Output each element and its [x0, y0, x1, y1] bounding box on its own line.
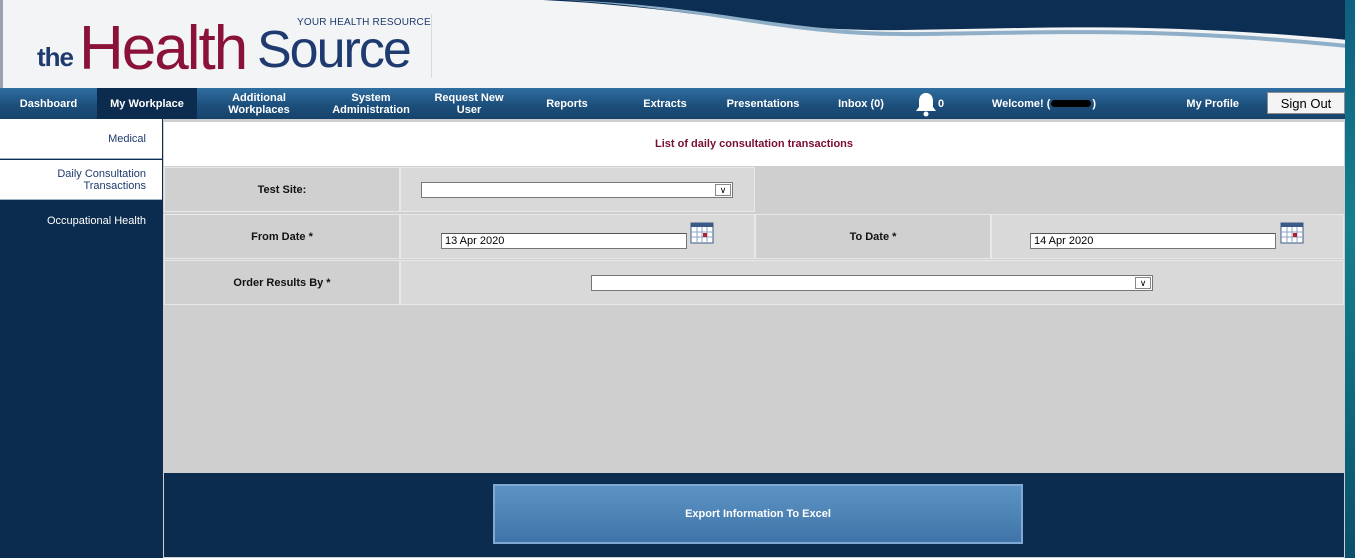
logo-divider [431, 14, 432, 78]
test-site-cell: ∨ [400, 167, 755, 212]
export-to-excel-button[interactable]: Export Information To Excel [493, 484, 1023, 544]
notifications[interactable]: 0 [909, 88, 949, 119]
logo-source: Source [257, 21, 412, 79]
nav-presentations[interactable]: Presentations [713, 88, 813, 119]
logo[interactable]: YOUR HEALTH RESOURCE the Health Source [11, 8, 431, 82]
redacted-username [1051, 100, 1092, 107]
nav-my-profile[interactable]: My Profile [1139, 88, 1249, 119]
calendar-icon[interactable] [690, 222, 714, 244]
nav-request-new-user[interactable]: Request New User [421, 88, 517, 119]
chevron-down-icon: ∨ [1135, 277, 1151, 289]
sidebar-item-daily-consultation-transactions[interactable]: Daily Consultation Transactions [0, 160, 162, 200]
from-date-input[interactable]: 13 Apr 2020 [441, 233, 687, 249]
sign-out-button[interactable]: Sign Out [1267, 92, 1345, 114]
to-date-label: To Date * [755, 214, 991, 259]
order-by-label: Order Results By * [164, 260, 400, 305]
logo-the: the [37, 42, 74, 72]
test-site-label: Test Site: [164, 167, 400, 212]
logo-health: Health [79, 14, 248, 83]
calendar-icon[interactable] [1280, 222, 1304, 244]
nav-inbox[interactable]: Inbox (0) [813, 88, 909, 119]
main-content: List of daily consultation transactions … [163, 119, 1345, 558]
welcome-prefix: Welcome! ( [991, 97, 1051, 110]
from-date-cell: 13 Apr 2020 [400, 214, 755, 259]
page-title: List of daily consultation transactions [164, 122, 1344, 166]
chevron-down-icon: ∨ [715, 184, 731, 196]
nav-dashboard[interactable]: Dashboard [0, 88, 97, 119]
sidebar-item-occupational-health[interactable]: Occupational Health [0, 215, 162, 235]
test-site-select[interactable]: ∨ [421, 182, 733, 198]
bell-icon [915, 92, 936, 116]
top-nav: Dashboard My Workplace Additional Workpl… [0, 88, 1345, 119]
welcome-suffix: ) [1092, 97, 1097, 110]
sidebar: Medical Daily Consultation Transactions … [0, 119, 163, 558]
to-date-cell: 14 Apr 2020 [991, 214, 1344, 259]
order-by-select[interactable]: ∨ [591, 275, 1153, 291]
nav-system-administration[interactable]: System Administration [321, 88, 421, 119]
app-header: YOUR HEALTH RESOURCE the Health Source [0, 0, 1345, 88]
nav-my-workplace[interactable]: My Workplace [97, 88, 197, 119]
notification-count: 0 [937, 97, 945, 110]
from-date-label: From Date * [164, 214, 400, 259]
nav-reports[interactable]: Reports [517, 88, 617, 119]
sidebar-item-medical[interactable]: Medical [0, 119, 162, 159]
export-panel: Export Information To Excel [164, 473, 1344, 557]
to-date-input[interactable]: 14 Apr 2020 [1030, 233, 1276, 249]
order-by-cell: ∨ [400, 260, 1344, 305]
nav-extracts[interactable]: Extracts [617, 88, 713, 119]
welcome-user[interactable]: Welcome! ( ) [949, 88, 1139, 119]
background-strip [1345, 0, 1355, 558]
nav-additional-workplaces[interactable]: Additional Workplaces [197, 88, 321, 119]
